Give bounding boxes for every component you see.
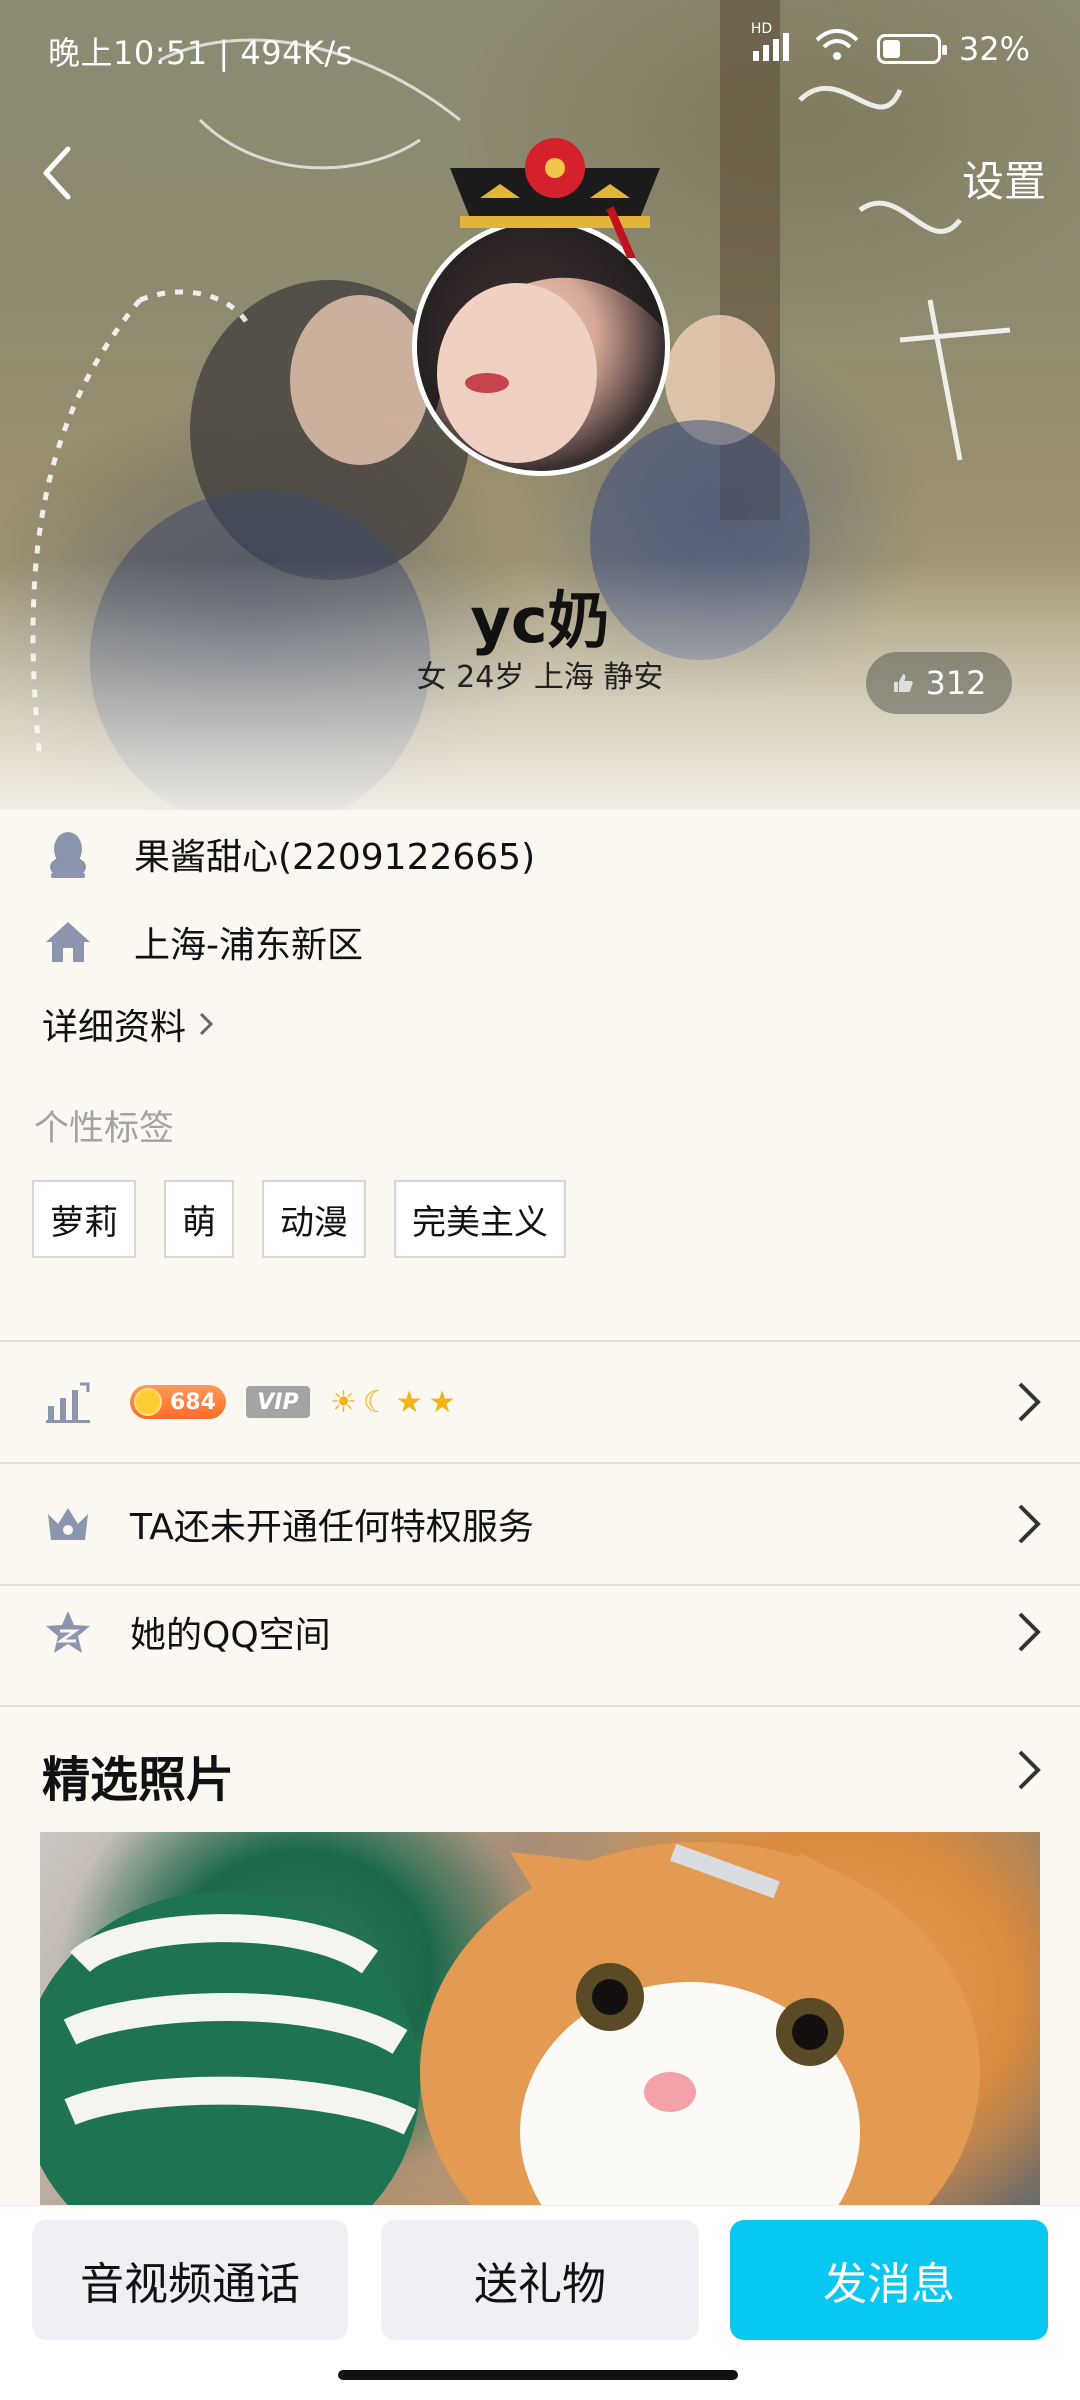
call-button[interactable]: 音视频通话 <box>32 2220 348 2340</box>
gift-button[interactable]: 送礼物 <box>381 2220 699 2340</box>
divider <box>0 1705 1080 1707</box>
vip-badge: VIP <box>245 1386 310 1418</box>
status-bar: 晚上10:51 | 494K/s HD 32% <box>0 0 1080 100</box>
chevron-right-icon <box>199 1012 214 1036</box>
featured-photo[interactable] <box>40 1832 1040 2212</box>
level-icons: ☀ ☾ ★ ★ <box>330 1385 456 1420</box>
home-indicator[interactable] <box>338 2370 738 2380</box>
tag-list: 萝莉 萌 动漫 完美主义 <box>32 1180 566 1258</box>
coin-count: 684 <box>170 1389 216 1415</box>
tag-item[interactable]: 动漫 <box>262 1180 366 1258</box>
network-type: HD <box>750 21 773 37</box>
crown-hat-icon <box>450 138 660 258</box>
chevron-right-icon[interactable] <box>1014 1748 1044 1792</box>
star-icon: ★ <box>428 1384 456 1420</box>
location-row: 上海-浦东新区 <box>36 910 363 974</box>
settings-button[interactable]: 设置 <box>962 148 1046 209</box>
nickname: yc奶 <box>470 584 610 657</box>
location: 上海-浦东新区 <box>134 925 363 966</box>
details-link-label: 详细资料 <box>42 1007 187 1048</box>
photos-title: 精选照片 <box>42 1752 235 1808</box>
details-link[interactable]: 详细资料 <box>42 998 214 1050</box>
battery-text: 32% <box>958 30 1030 68</box>
like-button[interactable]: 312 <box>866 652 1012 714</box>
chevron-right-icon <box>1018 1612 1041 1652</box>
tags-title: 个性标签 <box>34 1109 175 1149</box>
chevron-right-icon <box>1018 1382 1041 1422</box>
battery-icon <box>876 34 947 64</box>
qzone-label: 她的QQ空间 <box>130 1615 331 1656</box>
level-chart-icon <box>36 1370 100 1434</box>
qq-name-row: 果酱甜心(2209122665) <box>36 822 535 886</box>
battery-level <box>882 40 900 58</box>
qq-name: 果酱甜心(2209122665) <box>134 837 536 878</box>
level-row[interactable]: 684 VIP ☀ ☾ ★ ★ <box>0 1342 1080 1462</box>
star-icon: ★ <box>395 1384 423 1420</box>
tag-item[interactable]: 完美主义 <box>394 1180 566 1258</box>
wifi-icon <box>815 28 859 70</box>
moon-icon: ☾ <box>362 1384 390 1420</box>
like-count: 312 <box>925 664 987 702</box>
chevron-right-icon <box>1018 1504 1041 1544</box>
level-badges: 684 VIP ☀ ☾ ★ ★ <box>130 1385 456 1420</box>
status-icons: HD 32% <box>751 21 1030 70</box>
thumbs-up-icon <box>894 674 914 692</box>
penguin-icon <box>36 822 100 886</box>
status-time: 晚上10:51 | 494K/s <box>48 34 353 72</box>
tag-item[interactable]: 萝莉 <box>32 1180 136 1258</box>
coin-badge: 684 <box>130 1385 226 1419</box>
cat-photo <box>40 1842 980 2212</box>
tag-item[interactable]: 萌 <box>164 1180 234 1258</box>
back-button[interactable] <box>22 138 92 208</box>
message-button[interactable]: 发消息 <box>730 2220 1048 2340</box>
qzone-star-icon <box>36 1600 100 1664</box>
privilege-row[interactable]: TA还未开通任何特权服务 <box>0 1464 1080 1584</box>
signal-icon: HD <box>751 21 797 69</box>
avatar-portrait <box>417 223 665 471</box>
home-icon <box>36 910 100 974</box>
crown-icon <box>36 1492 100 1556</box>
privilege-label: TA还未开通任何特权服务 <box>130 1507 534 1548</box>
coin-icon <box>134 1388 162 1416</box>
sun-icon: ☀ <box>329 1384 357 1420</box>
qzone-row[interactable]: 她的QQ空间 <box>0 1572 1080 1692</box>
chevron-left-icon <box>43 146 71 200</box>
